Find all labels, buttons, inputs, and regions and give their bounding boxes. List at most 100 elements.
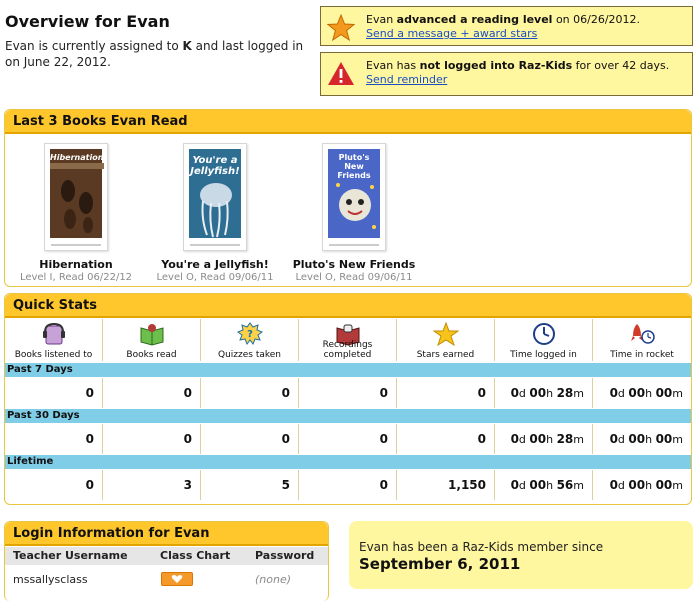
stat-value: 0 xyxy=(103,424,201,454)
stat-header-time-rocket: Time in rocket xyxy=(593,319,691,361)
stat-time-logged: 0d 00h 28m xyxy=(495,378,593,408)
alert-level-up: Evan advanced a reading level on 06/26/2… xyxy=(320,6,693,46)
member-since-label: Evan has been a Raz-Kids member since xyxy=(359,540,604,554)
row-label-past-30-days: Past 30 Days xyxy=(5,409,691,423)
alert-text: for over 42 days. xyxy=(572,59,670,72)
book-icon xyxy=(140,324,163,346)
stat-value: 1,150 xyxy=(397,470,495,500)
send-message-link[interactable]: Send a message + award stars xyxy=(366,27,640,41)
book-card[interactable]: Pluto's New Friends Pluto's New Friends … xyxy=(284,143,424,283)
intro-text: Evan is currently assigned to K and last… xyxy=(5,38,310,70)
rocket-icon xyxy=(631,324,655,344)
listen-icon xyxy=(42,322,65,345)
stat-header-stars: Stars earned xyxy=(397,319,495,361)
recent-books-heading: Last 3 Books Evan Read xyxy=(5,110,691,134)
stat-column-label: Stars earned xyxy=(416,350,475,360)
book-title[interactable]: Pluto's New Friends xyxy=(284,258,424,271)
stat-value: 0 xyxy=(103,378,201,408)
book-cover-title: You're a Jellyfish! xyxy=(190,155,240,177)
stat-column-label: Time in rocket xyxy=(610,350,674,360)
stat-value: 0 xyxy=(397,424,495,454)
stat-header-books-listened: Books listened to xyxy=(5,319,103,361)
login-info-heading: Login Information for Evan xyxy=(5,522,328,546)
alert-text: Evan xyxy=(366,13,397,26)
stat-header-quizzes: ? Quizzes taken xyxy=(201,319,299,361)
book-card[interactable]: Hibernation Hibernation Level I, Read 06… xyxy=(6,143,146,283)
membership-box: Evan has been a Raz-Kids member since Se… xyxy=(349,521,693,589)
quick-stats-panel: Quick Stats Books listened to Books read… xyxy=(4,293,692,505)
heart-icon xyxy=(171,575,183,583)
stat-value: 0 xyxy=(299,378,397,408)
book-meta: Level I, Read 06/22/12 xyxy=(19,272,133,283)
intro-prefix: Evan is currently assigned to xyxy=(5,39,183,53)
stat-time-logged: 0d 00h 56m xyxy=(495,470,593,500)
login-table-header: Teacher Username Class Chart Password xyxy=(5,547,328,565)
alert-bold: not logged into Raz-Kids xyxy=(419,59,573,72)
col-teacher-username: Teacher Username xyxy=(13,549,128,562)
stat-header-time-logged: Time logged in xyxy=(495,319,593,361)
book-cover[interactable]: You're a Jellyfish! xyxy=(183,143,247,251)
svg-text:?: ? xyxy=(247,329,253,340)
stat-column-label: Quizzes taken xyxy=(218,350,281,360)
book-card[interactable]: You're a Jellyfish! You're a Jellyfish! … xyxy=(145,143,285,283)
row-label-lifetime: Lifetime xyxy=(5,455,691,469)
star-icon xyxy=(432,322,459,346)
stat-value: 0 xyxy=(5,424,103,454)
recent-books-panel: Last 3 Books Evan Read Hibernation Hiber… xyxy=(4,109,692,287)
col-class-chart: Class Chart xyxy=(160,549,231,562)
pluto-illustration xyxy=(336,183,376,229)
stat-column-label: Time logged in xyxy=(510,350,577,360)
teacher-username: mssallysclass xyxy=(13,573,88,586)
stat-value: 0 xyxy=(397,378,495,408)
stats-row-past-30-days: 0 0 0 0 0 0d 00h 28m 0d 00h 00m xyxy=(5,424,691,454)
stat-header-recordings: Recordings completed xyxy=(299,319,397,361)
page-title: Overview for Evan xyxy=(5,12,170,31)
book-cover-title: Pluto's New Friends xyxy=(337,153,371,180)
stat-time-logged: 0d 00h 28m xyxy=(495,424,593,454)
book-meta: Level O, Read 09/06/11 xyxy=(295,272,413,283)
login-row: mssallysclass (none) xyxy=(5,570,328,590)
stat-value: 0 xyxy=(299,424,397,454)
stat-time-rocket: 0d 00h 00m xyxy=(609,478,683,492)
password-value: (none) xyxy=(255,573,292,586)
stat-column-label: Recordings completed xyxy=(322,340,373,360)
jellyfish-illustration xyxy=(200,183,232,238)
stat-time-rocket: 0d 00h 00m xyxy=(609,386,683,400)
stat-value: 5 xyxy=(201,470,299,500)
stats-row-past-7-days: 0 0 0 0 0 0d 00h 28m 0d 00h 00m xyxy=(5,378,691,408)
stats-row-lifetime: 0 3 5 0 1,150 0d 00h 56m 0d 00h 00m xyxy=(5,470,691,500)
stat-value: 0 xyxy=(5,378,103,408)
stat-value: 0 xyxy=(5,470,103,500)
class-chart-button[interactable] xyxy=(161,572,193,586)
stat-column-label: Books read xyxy=(126,350,177,360)
clock-icon xyxy=(532,323,555,345)
book-cover[interactable]: Pluto's New Friends xyxy=(322,143,386,251)
alert-text: on 06/26/2012. xyxy=(552,13,641,26)
send-reminder-link[interactable]: Send reminder xyxy=(366,73,669,87)
book-cover-title: Hibernation xyxy=(50,153,104,162)
stat-header-books-read: Books read xyxy=(103,319,201,361)
book-cover[interactable]: Hibernation xyxy=(44,143,108,251)
star-icon xyxy=(327,14,355,42)
book-meta: Level O, Read 09/06/11 xyxy=(156,272,274,283)
stat-value: 0 xyxy=(201,378,299,408)
quick-stats-heading: Quick Stats xyxy=(5,294,691,318)
book-title[interactable]: Hibernation xyxy=(6,258,146,271)
alert-not-logged-in: Evan has not logged into Raz-Kids for ov… xyxy=(320,52,693,96)
quiz-icon: ? xyxy=(236,322,263,346)
assigned-level: K xyxy=(182,39,192,53)
col-password: Password xyxy=(255,549,315,562)
book-title[interactable]: You're a Jellyfish! xyxy=(145,258,285,271)
member-since-date: September 6, 2011 xyxy=(359,555,521,573)
stat-value: 3 xyxy=(103,470,201,500)
row-label-past-7-days: Past 7 Days xyxy=(5,363,691,377)
stat-value: 0 xyxy=(201,424,299,454)
warning-icon xyxy=(328,62,354,85)
alert-bold: advanced a reading level xyxy=(396,13,553,26)
stat-time-rocket: 0d 00h 00m xyxy=(609,432,683,446)
stat-column-label: Books listened to xyxy=(14,350,93,360)
login-info-panel: Login Information for Evan Teacher Usern… xyxy=(4,521,329,601)
stat-value: 0 xyxy=(299,470,397,500)
bat-illustration xyxy=(50,163,104,233)
alert-text: Evan has xyxy=(366,59,420,72)
